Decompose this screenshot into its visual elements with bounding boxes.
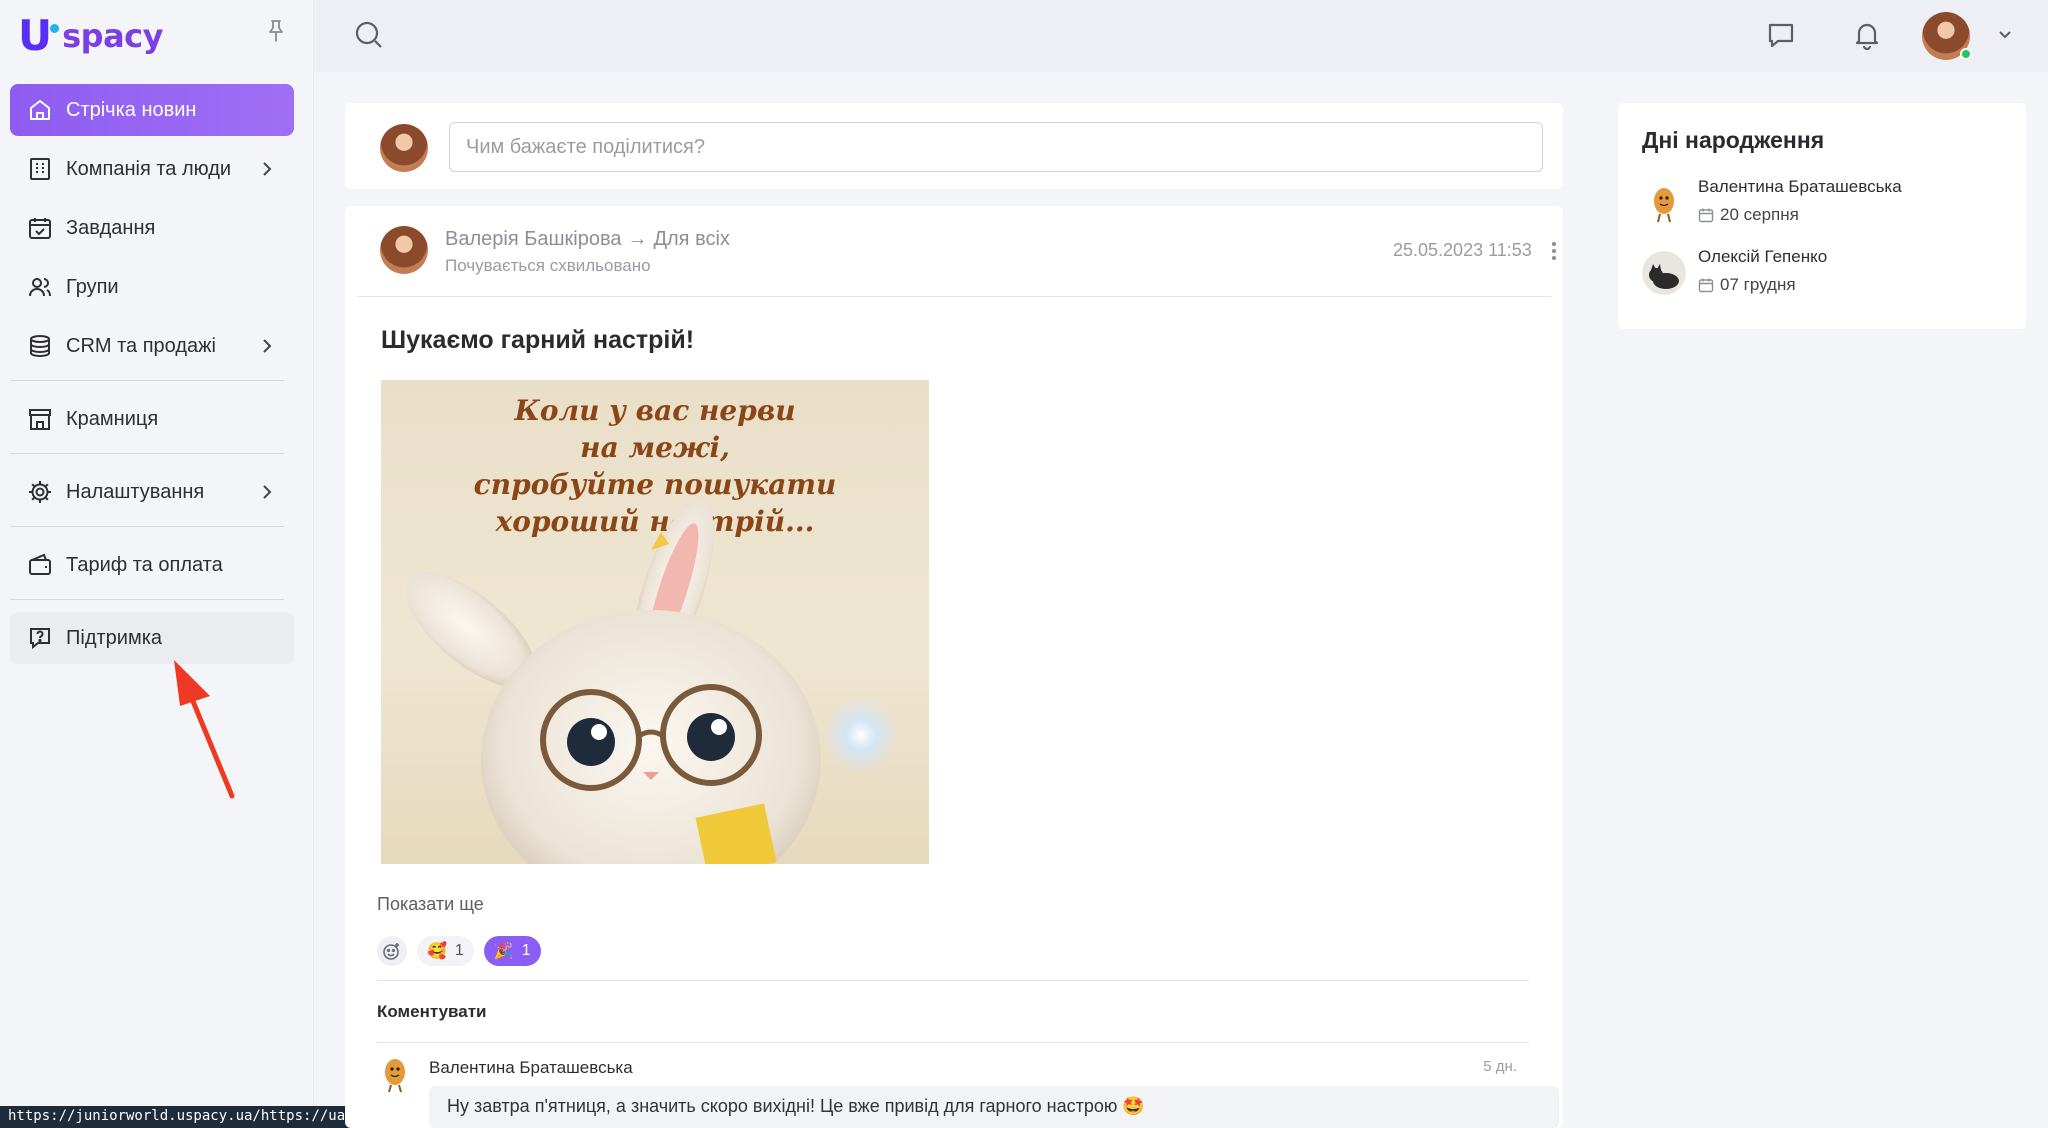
potato-avatar-icon — [1654, 188, 1674, 223]
birthday-date-row: 20 серпня — [1698, 205, 1799, 225]
potato-avatar-icon[interactable] — [377, 1054, 413, 1094]
calendar-icon — [1698, 208, 1714, 223]
post-title: Шукаємо гарний настрій! — [381, 326, 695, 354]
chat-icon[interactable] — [1766, 20, 1796, 50]
uspacy-logo[interactable]: Uspacy — [18, 14, 163, 58]
post-divider — [357, 296, 1551, 297]
sidebar-item-label: Групи — [66, 275, 119, 298]
logo-dot — [50, 23, 60, 33]
birthday-date-row: 07 грудня — [1698, 275, 1796, 295]
birthdays-title: Дні народження — [1642, 127, 1825, 153]
calendar-check-icon — [26, 214, 54, 242]
author-avatar[interactable] — [380, 226, 428, 274]
nav-divider — [10, 599, 284, 600]
search-icon[interactable] — [354, 20, 384, 50]
comment-author[interactable]: Валентина Браташевська — [429, 1058, 633, 1078]
sidebar: Uspacy Стрічка новин Компанія та люди За… — [0, 0, 314, 1128]
post-mood: Почувається схвильовано — [445, 256, 651, 275]
home-icon — [26, 96, 54, 124]
nav-divider — [10, 453, 284, 454]
gear-icon — [26, 478, 54, 506]
sidebar-item-company-people[interactable]: Компанія та люди — [10, 143, 294, 195]
birthday-date: 20 серпня — [1720, 205, 1799, 224]
topbar — [314, 0, 2048, 72]
post-date: 25.05.2023 11:53 — [1393, 240, 1532, 260]
post-image[interactable]: Коли у вас нерви на межі, спробуйте пошу… — [381, 380, 929, 864]
post-audience[interactable]: Для всіх — [653, 228, 729, 250]
sidebar-item-label: Завдання — [66, 216, 156, 239]
reaction-count: 1 — [521, 942, 531, 959]
coins-icon — [26, 332, 54, 360]
post-author[interactable]: Валерія Башкірова — [445, 228, 621, 250]
comment-text: Ну завтра п'ятниця, а значить скоро вихі… — [429, 1086, 1559, 1128]
sidebar-item-crm-sales[interactable]: CRM та продажі — [10, 320, 294, 372]
cat-avatar-icon — [1642, 251, 1686, 295]
help-icon — [26, 624, 54, 652]
sidebar-item-label: Підтримка — [66, 626, 163, 649]
sidebar-item-news-feed[interactable]: Стрічка новин — [10, 84, 294, 136]
sidebar-item-label: Крамниця — [66, 407, 159, 430]
news-post: Валерія Башкірова → Для всіх Почувається с… — [345, 206, 1563, 1128]
chevron-right-icon — [263, 485, 272, 499]
comment-button[interactable]: Коментувати — [377, 1002, 487, 1022]
sidebar-item-groups[interactable]: Групи — [10, 261, 294, 313]
post-author-line: Валерія Башкірова → Для всіх — [445, 228, 730, 251]
birthday-date: 07 грудня — [1720, 275, 1796, 294]
bell-icon[interactable] — [1852, 20, 1882, 50]
more-vertical-icon[interactable] — [1548, 240, 1560, 262]
online-status-dot — [1960, 48, 1972, 60]
birthday-item[interactable]: Олексій Гепенко 07 грудня — [1642, 247, 2012, 303]
annotation-arrow-icon — [174, 660, 235, 799]
chevron-down-icon[interactable] — [1996, 26, 2014, 44]
birthday-name: Олексій Гепенко — [1698, 247, 1828, 266]
chevron-right-icon — [263, 162, 272, 176]
store-icon — [26, 405, 54, 433]
smile-plus-icon — [383, 943, 399, 960]
users-icon — [26, 273, 54, 301]
reaction-pill[interactable]: 🥰 1 — [417, 936, 474, 966]
party-popper-emoji-icon: 🎉 — [493, 943, 514, 960]
main-nav: Стрічка новин Компанія та люди Завдання … — [10, 84, 294, 671]
reactions-bar: 🥰 1 🎉 1 — [377, 936, 541, 966]
sidebar-item-settings[interactable]: Налаштування — [10, 466, 294, 518]
arrow-right-icon: → — [627, 228, 648, 250]
reactions-divider — [377, 980, 1529, 981]
comments-divider — [377, 1042, 1529, 1043]
sidebar-item-label: CRM та продажі — [66, 334, 216, 357]
reaction-count: 1 — [454, 942, 464, 959]
sidebar-item-billing[interactable]: Тариф та оплата — [10, 539, 294, 591]
sidebar-item-support[interactable]: Підтримка — [10, 612, 294, 664]
birthday-name: Валентина Браташевська — [1698, 177, 1902, 196]
calendar-icon — [1698, 278, 1714, 293]
post-composer — [345, 103, 1563, 189]
birthday-item[interactable]: Валентина Браташевська 20 серпня — [1642, 177, 2012, 233]
bunny-illustration-icon — [405, 499, 899, 864]
composer-avatar — [380, 124, 428, 172]
sidebar-item-label: Компанія та люди — [66, 157, 232, 180]
nav-divider — [10, 526, 284, 527]
logo-text: spacy — [62, 17, 163, 55]
sidebar-item-store[interactable]: Крамниця — [10, 393, 294, 445]
sidebar-item-label: Стрічка новин — [66, 98, 197, 121]
sidebar-item-tasks[interactable]: Завдання — [10, 202, 294, 254]
post-composer-input[interactable] — [449, 122, 1543, 172]
reaction-pill-active[interactable]: 🎉 1 — [483, 936, 541, 966]
nav-divider — [10, 380, 284, 381]
building-icon — [26, 155, 54, 183]
sidebar-item-label: Налаштування — [66, 480, 205, 503]
smiling-hearts-emoji-icon: 🥰 — [427, 943, 447, 960]
wallet-icon — [26, 551, 54, 579]
show-more-link[interactable]: Показати ще — [377, 894, 484, 915]
comment-age: 5 дн. — [1483, 1058, 1517, 1075]
pin-icon[interactable] — [264, 18, 288, 44]
logo-u: U — [18, 11, 53, 60]
birthdays-widget: Дні народження Валентина Браташевська 20… — [1618, 103, 2026, 329]
chevron-right-icon — [263, 339, 272, 353]
add-reaction-button[interactable] — [377, 936, 407, 966]
sidebar-item-label: Тариф та оплата — [66, 553, 223, 576]
